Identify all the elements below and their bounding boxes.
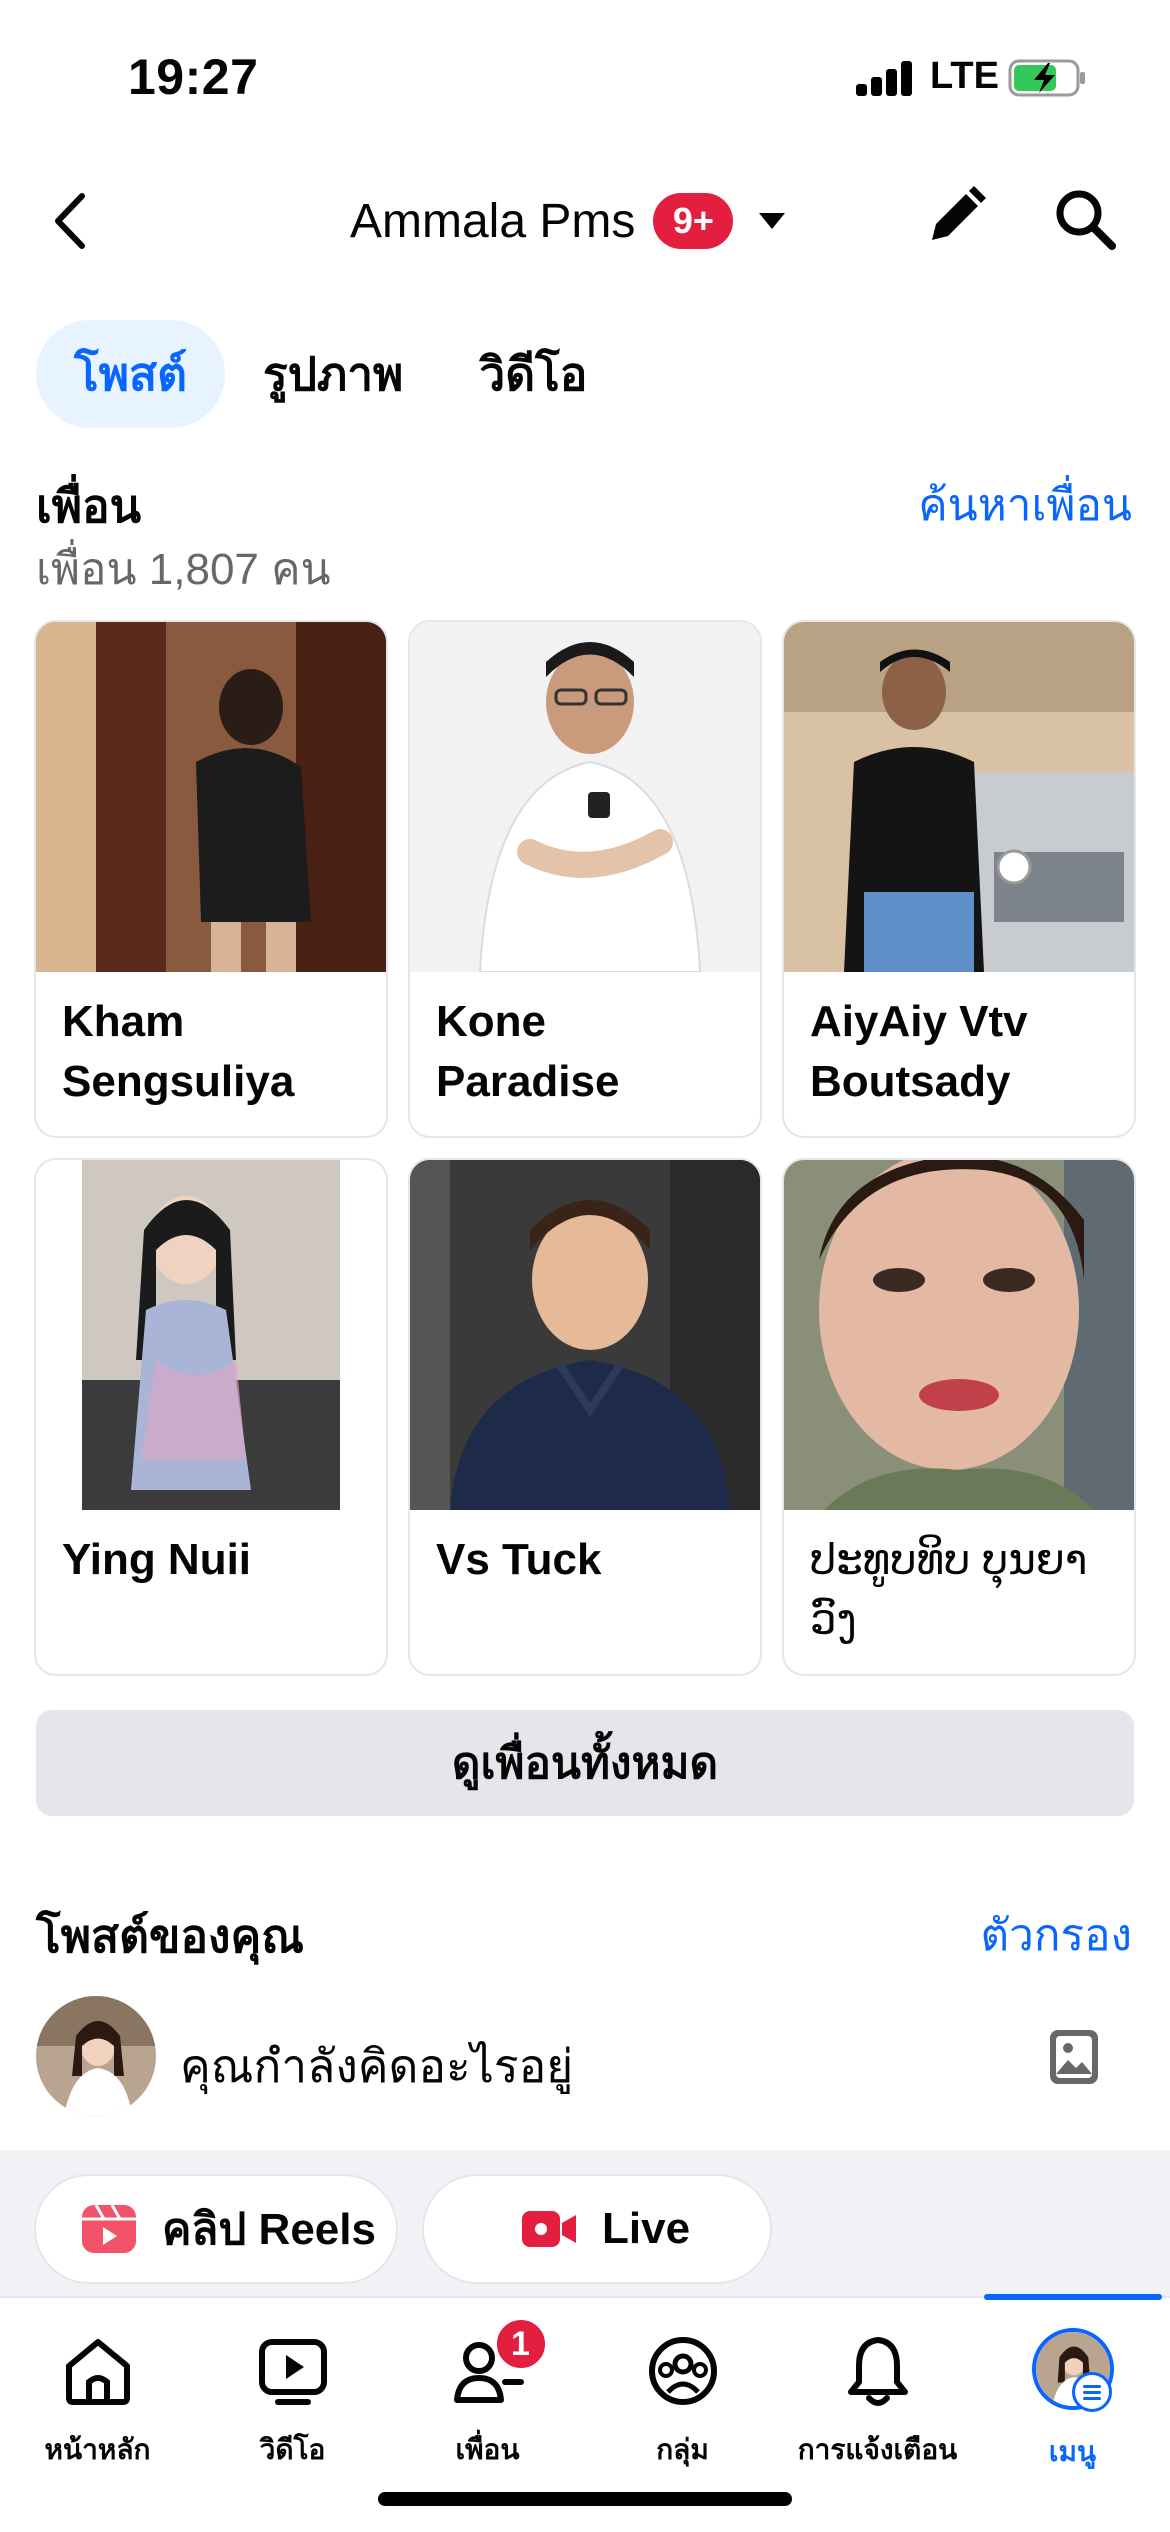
bell-icon	[847, 2337, 908, 2406]
friend-card[interactable]: Vs Tuck	[410, 1160, 760, 1674]
avatar[interactable]	[36, 1996, 156, 2116]
nav-label: กลุ่ม	[656, 2434, 709, 2465]
friend-name: AiyAiy Vtv Boutsady	[810, 997, 1028, 1106]
search-button[interactable]	[1052, 186, 1118, 252]
friend-name: ປະທູບທິບ ບຸນຍາ ວົງ	[810, 1536, 1088, 1643]
status-time: 19:27	[128, 49, 259, 105]
live-button[interactable]: Live	[424, 2176, 770, 2282]
friend-card[interactable]: Kone Paradise	[410, 622, 760, 1136]
see-all-friends-button[interactable]: ดูเพื่อนทั้งหมด	[36, 1710, 1134, 1816]
photo-icon[interactable]	[1046, 2026, 1102, 2088]
friend-name: Ying Nuii	[62, 1535, 252, 1584]
friend-photo	[784, 1160, 1134, 1510]
friend-card[interactable]: Kham Sengsuliya	[36, 622, 386, 1136]
friend-photo	[784, 622, 1134, 972]
posts-section-title: โพสต์ของคุณ	[36, 1910, 304, 1962]
friend-photo	[36, 622, 386, 972]
status-bar: 19:27 LTE	[0, 0, 1170, 150]
live-label: Live	[602, 2204, 691, 2253]
nav-friends[interactable]: 1 เพื่อน	[390, 2298, 585, 2488]
tab-videos[interactable]: วิดีโอ	[441, 320, 625, 428]
friend-photo	[36, 1160, 386, 1510]
friend-card[interactable]: ປະທູບທິບ ບຸນຍາ ວົງ	[784, 1160, 1134, 1674]
nav-label: การแจ้งเตือน	[797, 2434, 958, 2465]
friends-section-title: เพื่อน	[36, 480, 142, 532]
nav-video[interactable]: วิดีโอ	[195, 2298, 390, 2488]
nav-notifications[interactable]: การแจ้งเตือน	[780, 2298, 975, 2488]
composer-input[interactable]: คุณกำลังคิดอะไรอยู่	[180, 2030, 573, 2103]
notification-badge: 9+	[653, 193, 734, 249]
reels-label: คลิป Reels	[162, 2205, 376, 2254]
profile-name: Ammala Pms	[350, 194, 636, 248]
tab-posts[interactable]: โพสต์	[36, 320, 225, 428]
battery-charging-icon	[1008, 59, 1085, 97]
profile-header: Ammala Pms 9+	[0, 150, 1170, 290]
friend-name: Kone Paradise	[436, 997, 620, 1106]
filter-link[interactable]: ตัวกรอง	[981, 1900, 1132, 1970]
groups-icon	[648, 2337, 717, 2405]
profile-friends-page: 19:27 LTE Ammala Pms 9+ โพสต์ รูปภาพ วิด…	[0, 0, 1170, 2532]
home-icon	[65, 2339, 130, 2405]
chevron-down-icon	[759, 213, 786, 229]
nav-label: เพื่อน	[455, 2434, 520, 2465]
nav-label: เมนู	[1048, 2436, 1097, 2467]
profile-tabs: โพสต์ รูปภาพ วิดีโอ	[36, 320, 625, 428]
friends-badge: 1	[492, 2316, 549, 2372]
nav-label: วิดีโอ	[259, 2434, 326, 2465]
friend-photo	[410, 622, 760, 973]
video-icon	[258, 2339, 327, 2405]
nav-home[interactable]: หน้าหลัก	[0, 2298, 195, 2488]
nav-groups[interactable]: กลุ่ม	[585, 2298, 780, 2488]
friend-photo	[410, 1160, 760, 1510]
friend-card[interactable]: Ying Nuii	[36, 1160, 386, 1674]
back-button[interactable]	[40, 186, 100, 256]
profile-switcher[interactable]: Ammala Pms 9+	[350, 188, 787, 254]
reels-button[interactable]: คลิป Reels	[36, 2176, 396, 2282]
tab-photos[interactable]: รูปภาพ	[225, 320, 441, 428]
friends-grid: Kham Sengsuliya Kone Paradise AiyAiy Vtv…	[36, 622, 1134, 1674]
friend-card[interactable]: AiyAiy Vtv Boutsady	[784, 622, 1134, 1136]
friend-name: Vs Tuck	[436, 1535, 602, 1584]
menu-lines-icon	[1072, 2372, 1112, 2412]
network-label: LTE	[930, 55, 999, 97]
edit-button[interactable]	[922, 184, 988, 250]
signal-icon	[856, 60, 914, 96]
reels-icon	[82, 2204, 136, 2253]
home-indicator	[378, 2492, 792, 2506]
find-friends-link[interactable]: ค้นหาเพื่อน	[918, 470, 1132, 540]
friend-name: Kham Sengsuliya	[62, 997, 295, 1106]
nav-label: หน้าหลัก	[44, 2434, 151, 2465]
friends-count: เพื่อน 1,807 คน	[36, 545, 331, 594]
friends-icon: 1	[451, 2316, 549, 2408]
live-video-icon	[522, 2211, 576, 2247]
